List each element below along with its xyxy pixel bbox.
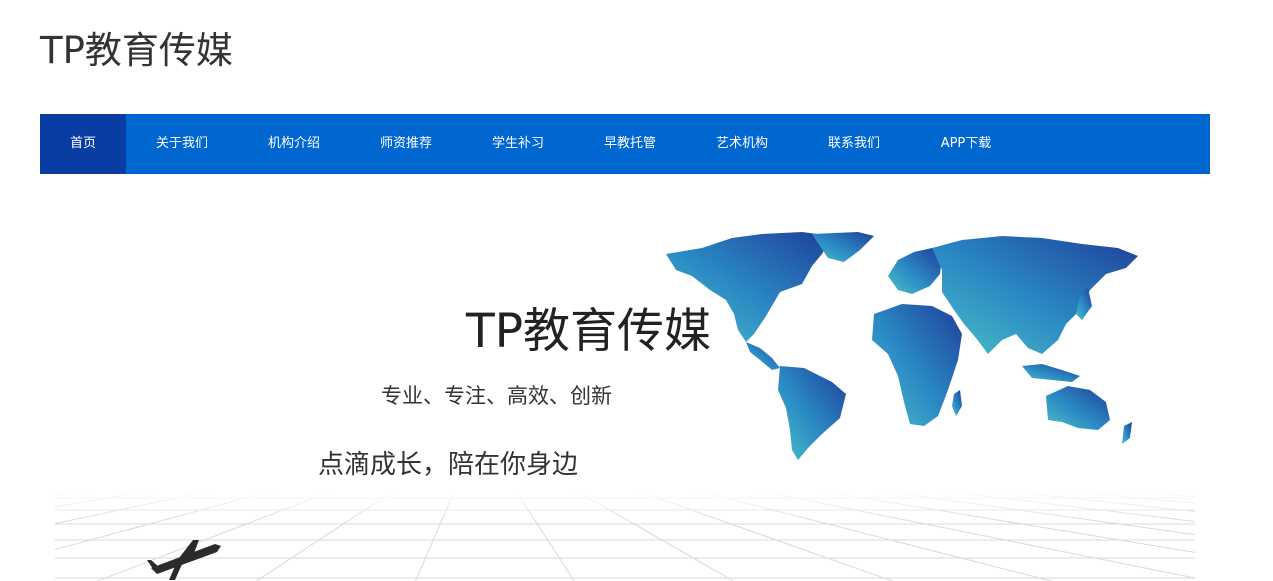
main-nav: 首页 关于我们 机构介绍 师资推荐 学生补习 早教托管 艺术机构 联系我们 AP… bbox=[40, 114, 1210, 174]
hero-title: TP教育传媒 bbox=[466, 304, 712, 359]
nav-item-early-education[interactable]: 早教托管 bbox=[574, 114, 686, 174]
nav-item-arts[interactable]: 艺术机构 bbox=[686, 114, 798, 174]
airplane-image bbox=[147, 540, 221, 580]
nav-item-teachers[interactable]: 师资推荐 bbox=[350, 114, 462, 174]
nav-item-contact[interactable]: 联系我们 bbox=[798, 114, 910, 174]
nav-item-about[interactable]: 关于我们 bbox=[126, 114, 238, 174]
site-title[interactable]: TP教育传媒 bbox=[40, 20, 233, 74]
hero-banner[interactable]: TP教育传媒 专业、专注、高效、创新 点滴成长，陪在你身边 bbox=[0, 174, 1273, 581]
hero-tagline: 专业、专注、高效、创新 bbox=[381, 384, 612, 408]
nav-item-home[interactable]: 首页 bbox=[40, 114, 126, 174]
nav-item-app-download[interactable]: APP下载 bbox=[910, 114, 1022, 174]
world-map-image bbox=[666, 232, 1138, 460]
grid-floor-image bbox=[55, 490, 1195, 581]
nav-item-tutoring[interactable]: 学生补习 bbox=[462, 114, 574, 174]
nav-item-institutions[interactable]: 机构介绍 bbox=[238, 114, 350, 174]
hero-slogan: 点滴成长，陪在你身边 bbox=[318, 450, 579, 480]
